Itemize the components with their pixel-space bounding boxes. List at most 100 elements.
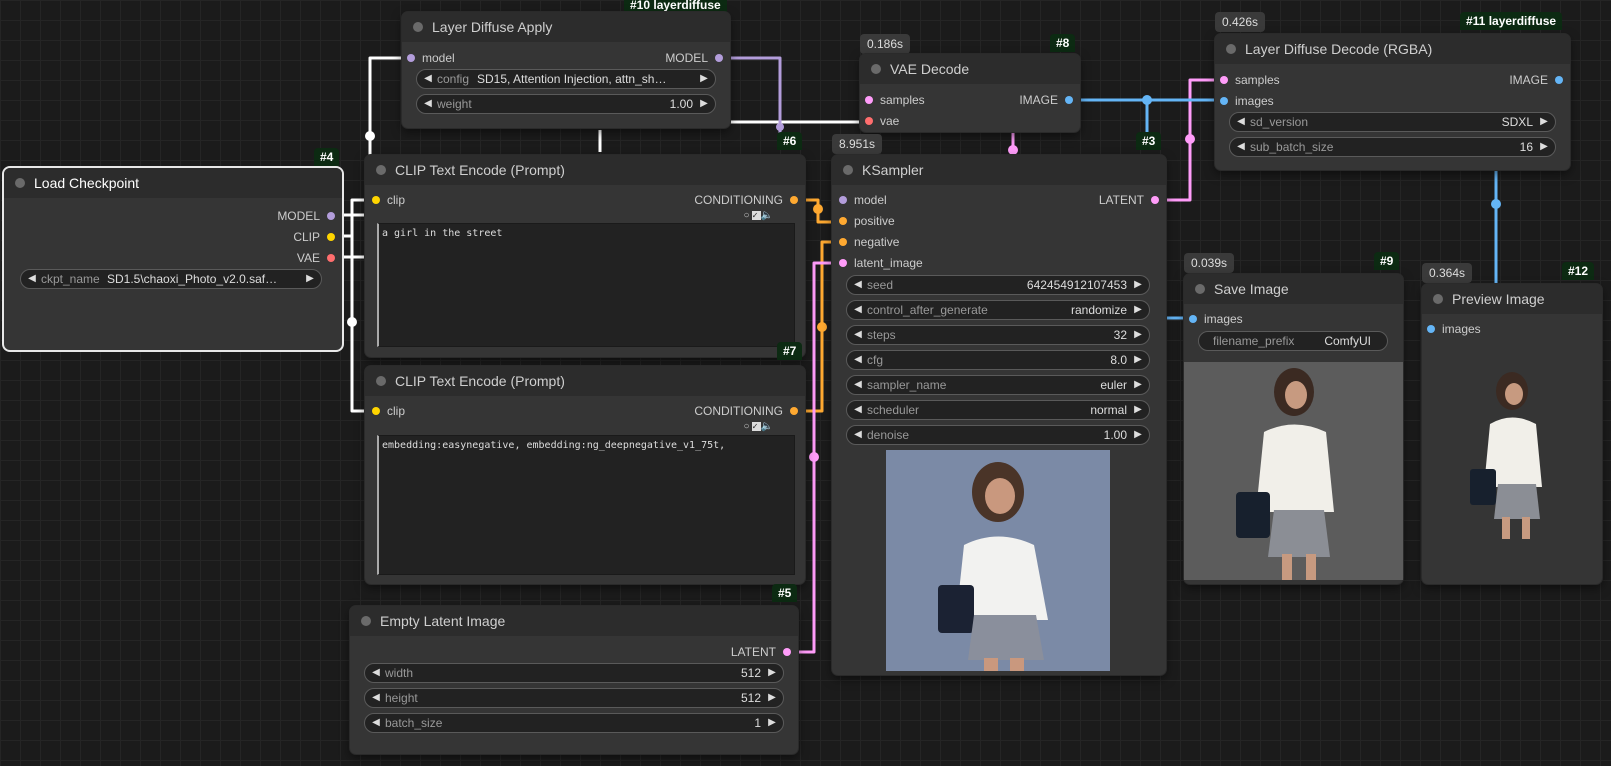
exec-timer: 0.186s xyxy=(860,34,911,54)
node-save-image[interactable]: Save Image images filename_prefix ComfyU… xyxy=(1184,274,1403,584)
input-slot-negative[interactable]: negative xyxy=(839,234,899,250)
node-id-badge: #8 xyxy=(1050,34,1076,52)
output-slot-image[interactable]: IMAGE xyxy=(1019,92,1073,108)
node-clip-encode-positive[interactable]: CLIP Text Encode (Prompt) clip CONDITION… xyxy=(365,155,805,357)
input-slot-positive[interactable]: positive xyxy=(839,213,895,229)
node-title[interactable]: VAE Decode xyxy=(860,54,1080,84)
node-title[interactable]: CLIP Text Encode (Prompt) xyxy=(365,155,805,185)
arrow-left-icon: ◀ xyxy=(424,98,432,109)
checkbox-icon: ✓ xyxy=(751,422,761,431)
exec-timer: 8.951s xyxy=(832,134,883,154)
node-title[interactable]: Layer Diffuse Decode (RGBA) xyxy=(1215,34,1570,64)
node-ksampler[interactable]: KSampler model positive negative latent_… xyxy=(832,155,1166,675)
input-slot-samples[interactable]: samples xyxy=(865,92,925,108)
radio-icon: ○ xyxy=(743,210,752,221)
node-layer-diffuse-decode[interactable]: Layer Diffuse Decode (RGBA) samples imag… xyxy=(1215,34,1570,170)
weight-number[interactable]: ◀ weight 1.00 ▶ xyxy=(416,94,716,114)
input-slot-clip[interactable]: clip xyxy=(372,403,405,419)
input-slot-clip[interactable]: clip xyxy=(372,192,405,208)
preview-image-output[interactable] xyxy=(1446,369,1578,539)
node-title[interactable]: Preview Image xyxy=(1422,284,1602,314)
config-combo[interactable]: ◀ config SD15, Attention Injection, attn_… xyxy=(416,69,716,89)
node-vae-decode[interactable]: VAE Decode samples vae IMAGE xyxy=(860,54,1080,132)
node-id-badge: #9 xyxy=(1374,252,1400,270)
output-slot-clip[interactable]: CLIP xyxy=(293,229,335,245)
node-id-badge: #4 xyxy=(314,148,340,166)
denoise-number[interactable]: ◀ denoise 1.00 ▶ xyxy=(846,425,1150,445)
link-junction xyxy=(817,322,827,332)
saved-image-output[interactable] xyxy=(1184,362,1403,580)
arrow-left-icon: ◀ xyxy=(424,73,432,84)
filename-prefix-text[interactable]: filename_prefix ComfyUI xyxy=(1198,331,1388,351)
prompt-textarea[interactable]: a girl in the street xyxy=(377,223,795,347)
output-slot-conditioning[interactable]: CONDITIONING xyxy=(694,192,798,208)
node-title[interactable]: Load Checkpoint xyxy=(4,168,342,198)
height-number[interactable]: ◀ height 512 ▶ xyxy=(364,688,784,708)
link-junction xyxy=(809,452,819,462)
link-junction xyxy=(776,123,784,131)
link-junction xyxy=(1142,95,1152,105)
node-empty-latent[interactable]: Empty Latent Image LATENT ◀ width 512 ▶ ◀ h… xyxy=(350,606,798,754)
latent-preview-image xyxy=(886,450,1110,671)
checkbox-icon: ✓ xyxy=(751,211,761,220)
output-slot-model[interactable]: MODEL xyxy=(665,50,723,66)
cfg-number[interactable]: ◀ cfg 8.0 ▶ xyxy=(846,350,1150,370)
output-slot-latent[interactable]: LATENT xyxy=(731,644,791,660)
node-preview-image[interactable]: Preview Image images xyxy=(1422,284,1602,584)
output-slot-model[interactable]: MODEL xyxy=(277,208,335,224)
arrow-right-icon: ▶ xyxy=(700,73,708,84)
prompt-controls[interactable]: ○✓🔈 xyxy=(744,421,776,432)
input-slot-images[interactable]: images xyxy=(1427,321,1481,337)
output-slot-vae[interactable]: VAE xyxy=(297,250,335,266)
input-slot-model[interactable]: model xyxy=(407,50,455,66)
node-title[interactable]: Layer Diffuse Apply xyxy=(402,12,730,42)
exec-timer: 0.039s xyxy=(1184,253,1235,273)
node-id-badge: #6 xyxy=(777,132,803,150)
sub-batch-number[interactable]: ◀ sub_batch_size 16 ▶ xyxy=(1229,137,1556,157)
node-title[interactable]: Save Image xyxy=(1184,274,1403,304)
link-junction xyxy=(1185,134,1195,144)
output-slot-latent[interactable]: LATENT xyxy=(1099,192,1159,208)
seed-number[interactable]: ◀ seed 642454912107453 ▶ xyxy=(846,275,1150,295)
sampler-name-combo[interactable]: ◀ sampler_name euler ▶ xyxy=(846,375,1150,395)
sd-version-combo[interactable]: ◀ sd_version SDXL ▶ xyxy=(1229,112,1556,132)
input-slot-model[interactable]: model xyxy=(839,192,887,208)
link-junction xyxy=(365,131,375,141)
prompt-controls[interactable]: ○✓🔈 xyxy=(744,210,776,221)
node-title-text: Layer Diffuse Apply xyxy=(432,19,553,35)
link-junction xyxy=(347,317,357,327)
link-junction xyxy=(1491,199,1501,209)
node-title[interactable]: CLIP Text Encode (Prompt) xyxy=(365,366,805,396)
output-slot-image[interactable]: IMAGE xyxy=(1509,72,1563,88)
node-id-badge: #7 xyxy=(777,342,803,360)
steps-number[interactable]: ◀ steps 32 ▶ xyxy=(846,325,1150,345)
exec-timer: 0.364s xyxy=(1422,263,1473,283)
input-slot-latent-image[interactable]: latent_image xyxy=(839,255,923,271)
girl-preview-picture xyxy=(886,450,1110,671)
node-id-badge: #12 xyxy=(1562,262,1595,280)
speaker-icon: 🔈 xyxy=(760,421,775,432)
node-id-badge: #5 xyxy=(772,584,798,602)
node-id-badge: #11 layerdiffuse xyxy=(1460,12,1563,30)
input-slot-images[interactable]: images xyxy=(1189,311,1243,327)
node-title[interactable]: Empty Latent Image xyxy=(350,606,798,636)
node-clip-encode-negative[interactable]: CLIP Text Encode (Prompt) clip CONDITION… xyxy=(365,366,805,584)
node-title[interactable]: KSampler xyxy=(832,155,1166,185)
arrow-right-icon: ▶ xyxy=(700,98,708,109)
girl-transparent-picture xyxy=(1470,372,1542,539)
output-slot-conditioning[interactable]: CONDITIONING xyxy=(694,403,798,419)
scheduler-combo[interactable]: ◀ scheduler normal ▶ xyxy=(846,400,1150,420)
collapse-dot[interactable] xyxy=(413,22,423,32)
prompt-textarea[interactable]: embedding:easynegative, embedding:ng_dee… xyxy=(377,435,795,575)
link-ksampler-to-decode xyxy=(1158,78,1222,202)
input-slot-samples[interactable]: samples xyxy=(1220,72,1280,88)
control-after-generate-combo[interactable]: ◀ control_after_generate randomize ▶ xyxy=(846,300,1150,320)
input-slot-images[interactable]: images xyxy=(1220,93,1274,109)
batch-size-number[interactable]: ◀ batch_size 1 ▶ xyxy=(364,713,784,733)
link-junction xyxy=(813,204,823,214)
width-number[interactable]: ◀ width 512 ▶ xyxy=(364,663,784,683)
input-slot-vae[interactable]: vae xyxy=(865,113,899,129)
ckpt-name-combo[interactable]: ◀ ckpt_name SD1.5\chaoxi_Photo_v2.0.saf… ▶ xyxy=(20,269,322,289)
node-load-checkpoint[interactable]: Load Checkpoint MODEL CLIP VAE ◀ ckpt_nam… xyxy=(4,168,342,350)
node-layer-diffuse-apply[interactable]: Layer Diffuse Apply model MODEL ◀ config … xyxy=(402,12,730,128)
